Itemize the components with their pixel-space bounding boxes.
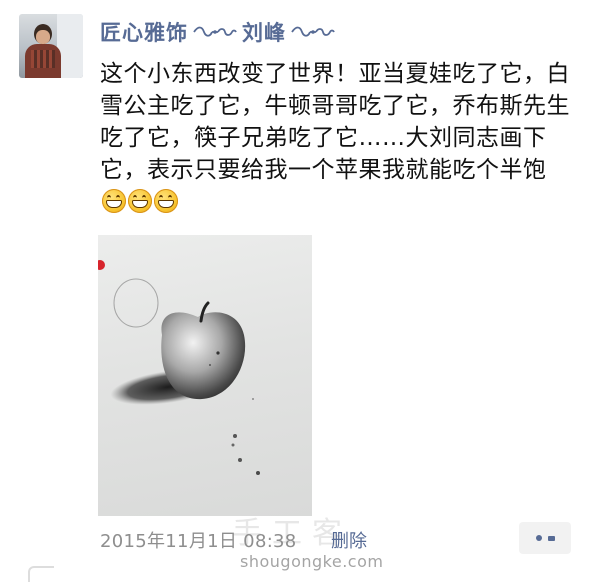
post-timestamp: 2015年11月1日 08:38 (100, 531, 297, 552)
avatar[interactable] (19, 14, 83, 78)
post-body: 这个小东西改变了世界！亚当夏娃吃了它，白雪公主吃了它，牛顿哥哥吃了它，乔布斯先生… (100, 58, 570, 218)
flourish-icon (193, 26, 237, 37)
more-dots-icon (547, 535, 555, 541)
more-button[interactable] (519, 522, 571, 554)
post-header: 匠心雅饰 刘峰 (100, 16, 340, 48)
avatar-shirt-pattern (31, 50, 55, 68)
avatar-figure-face (36, 30, 50, 44)
author-name-link[interactable]: 刘峰 (242, 17, 286, 47)
delete-button[interactable]: 删除 (331, 527, 367, 553)
emoji-row (100, 189, 178, 215)
apple-drawing (98, 260, 260, 475)
post-photo[interactable] (98, 235, 312, 516)
username-link[interactable]: 匠心雅饰 (100, 17, 188, 47)
post-text: 这个小东西改变了世界！亚当夏娃吃了它，白雪公主吃了它，牛顿哥哥吃了它，乔布斯先生… (100, 61, 570, 183)
grin-emoji-icon (128, 189, 152, 213)
more-dots-icon (535, 535, 542, 541)
grin-emoji-icon (102, 189, 126, 213)
watermark-url: shougongke.com (240, 552, 384, 571)
grin-emoji-icon (154, 189, 178, 213)
flourish-icon (291, 26, 335, 37)
